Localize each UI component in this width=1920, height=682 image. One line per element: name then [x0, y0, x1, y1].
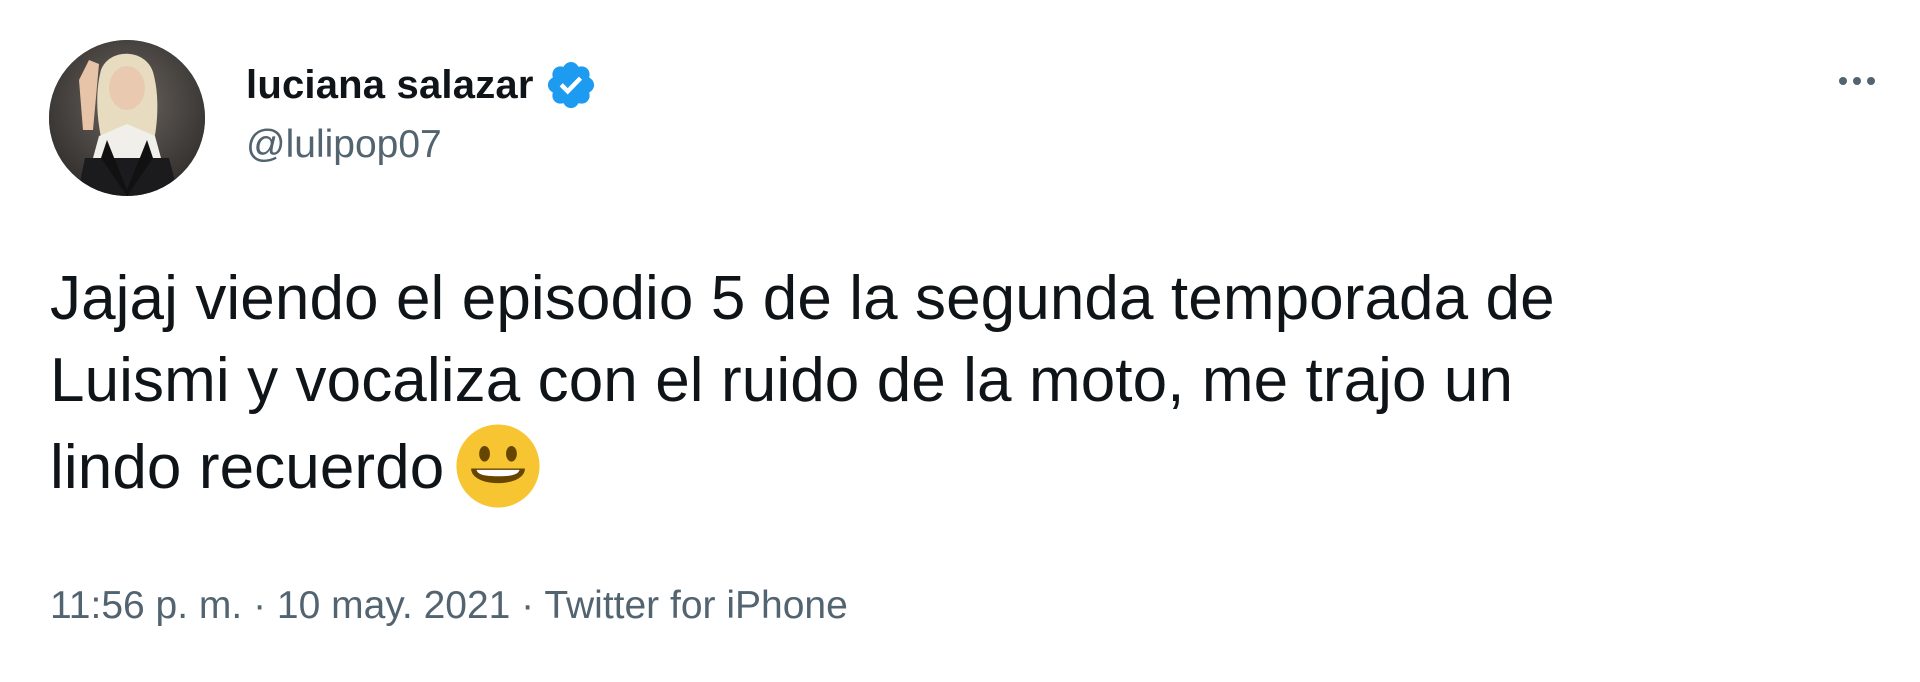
tweet-text-line: lindo recuerdo	[50, 433, 445, 502]
meta-separator: ·	[242, 584, 277, 627]
tweet-time[interactable]: 11:56 p. m.	[50, 584, 242, 627]
tweet-text: Jajaj viendo el episodio 5 de la segunda…	[50, 258, 1880, 510]
avatar[interactable]	[49, 40, 205, 196]
author-name[interactable]: luciana salazar	[246, 63, 534, 108]
more-dots-icon	[1867, 77, 1875, 85]
more-dots-icon	[1853, 77, 1861, 85]
author-handle[interactable]: @lulipop07	[246, 123, 442, 167]
profile-photo-icon	[49, 40, 205, 196]
author-name-row[interactable]: luciana salazar	[246, 58, 598, 112]
verified-badge-icon	[547, 61, 594, 109]
tweet-date[interactable]: 10 may. 2021	[277, 584, 510, 627]
tweet-text-line: Luismi y vocaliza con el ruido de la mot…	[50, 346, 1514, 415]
meta-separator: ·	[510, 584, 545, 627]
tweet-text-line-last: lindo recuerdo	[50, 422, 1880, 510]
tweet-source-link[interactable]: Twitter for iPhone	[544, 584, 847, 627]
tweet-card: luciana salazar @lulipop07 Jajaj viendo …	[0, 0, 1920, 682]
more-options-button[interactable]	[1822, 56, 1892, 106]
tweet-text-line: Jajaj viendo el episodio 5 de la segunda…	[50, 264, 1555, 333]
more-dots-icon	[1839, 77, 1847, 85]
tweet-meta: 11:56 p. m. · 10 may. 2021 · Twitter for…	[50, 584, 848, 628]
grinning-face-emoji-icon	[456, 424, 540, 508]
